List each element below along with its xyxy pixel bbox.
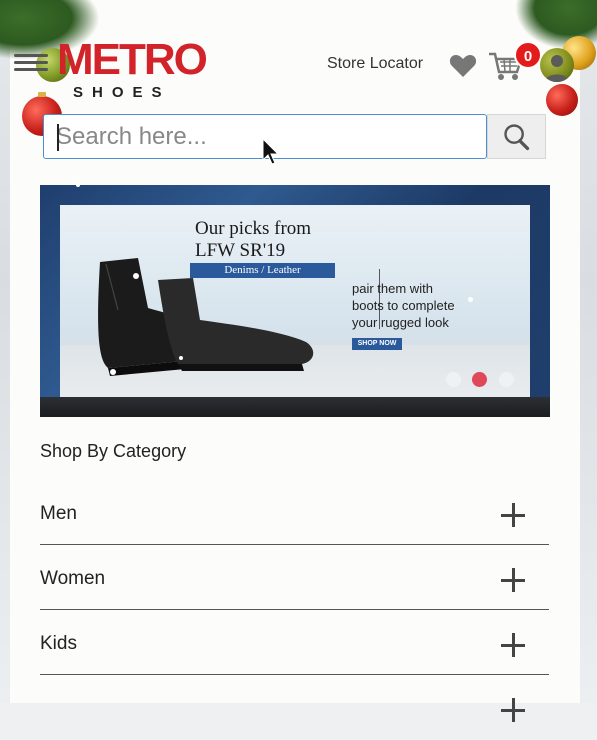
category-row-women[interactable]: Women (40, 546, 549, 610)
ornament-cap (38, 92, 46, 97)
category-row-partial[interactable] (40, 676, 549, 740)
slider-dot-1[interactable] (446, 372, 461, 387)
menu-icon[interactable] (14, 50, 48, 74)
text-caret (57, 124, 59, 151)
boots-image (98, 258, 314, 376)
user-avatar-icon[interactable] (540, 48, 574, 82)
search-button[interactable] (487, 114, 546, 159)
plus-icon[interactable] (501, 503, 525, 527)
shop-now-button[interactable]: SHOP NOW (352, 338, 402, 350)
store-locator-link[interactable]: Store Locator (327, 55, 423, 73)
snowflake (76, 183, 80, 187)
slider-dot-2[interactable] (472, 372, 487, 387)
mouse-pointer-icon (262, 138, 280, 165)
plus-icon[interactable] (501, 568, 525, 592)
snowflake (179, 356, 183, 360)
plus-icon[interactable] (501, 698, 525, 722)
banner-copy: pair them with boots to complete your ru… (352, 281, 455, 330)
category-heading: Shop By Category (40, 441, 187, 461)
logo[interactable]: METRO SHOES (57, 35, 208, 104)
category-label: Kids (40, 633, 77, 654)
snowflake (110, 369, 116, 375)
ornament-red-right (546, 84, 578, 116)
category-label: Women (40, 568, 106, 589)
banner-edge (40, 397, 550, 417)
snowflake (133, 273, 139, 279)
plus-icon[interactable] (501, 633, 525, 657)
logo-subtitle: SHOES (73, 84, 171, 101)
logo-wordmark: METRO (57, 35, 208, 84)
snowflake (468, 297, 473, 302)
category-label: Men (40, 503, 77, 524)
background-right (577, 0, 597, 703)
category-row-men[interactable]: Men (40, 481, 549, 545)
slider-dot-3[interactable] (499, 372, 514, 387)
search-icon (504, 124, 530, 151)
wishlist-heart-icon[interactable] (449, 54, 477, 78)
category-row-kids[interactable]: Kids (40, 611, 549, 675)
cart-count-badge: 0 (514, 41, 542, 69)
